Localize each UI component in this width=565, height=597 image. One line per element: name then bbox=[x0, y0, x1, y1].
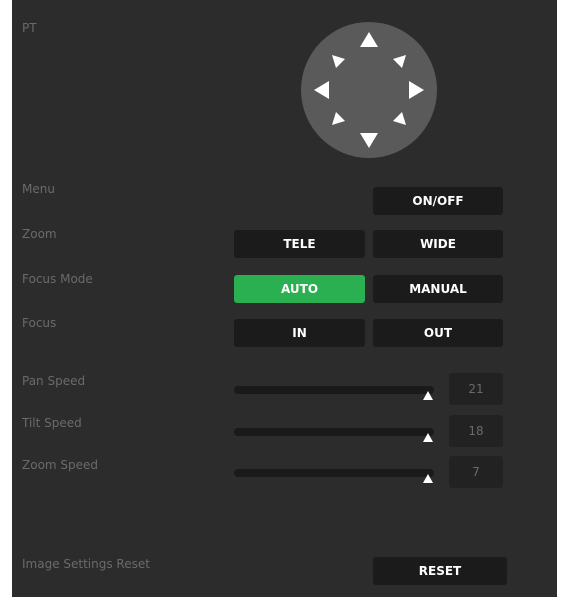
image-settings-reset-button[interactable]: RESET bbox=[373, 557, 507, 585]
zoom-tele-button[interactable]: TELE bbox=[234, 230, 365, 258]
zoom-speed-value[interactable]: 7 bbox=[449, 456, 503, 488]
tilt-speed-value[interactable]: 18 bbox=[449, 415, 503, 447]
focus-in-button[interactable]: IN bbox=[234, 319, 365, 347]
pan-speed-slider-thumb[interactable] bbox=[423, 391, 433, 400]
zoom-speed-slider[interactable] bbox=[234, 469, 434, 477]
arrow-up-right-icon[interactable] bbox=[393, 55, 406, 68]
zoom-speed-label: Zoom Speed bbox=[22, 458, 99, 472]
menu-onoff-button[interactable]: ON/OFF bbox=[373, 187, 503, 215]
pan-speed-value[interactable]: 21 bbox=[449, 373, 503, 405]
focus-manual-button[interactable]: MANUAL bbox=[373, 275, 503, 303]
tilt-speed-slider-thumb[interactable] bbox=[423, 433, 433, 442]
image-settings-reset-label: Image Settings Reset bbox=[22, 557, 150, 571]
focus-mode-label: Focus Mode bbox=[22, 272, 93, 286]
focus-auto-button[interactable]: AUTO bbox=[234, 275, 365, 303]
tilt-speed-slider[interactable] bbox=[234, 428, 434, 436]
arrow-up-left-icon[interactable] bbox=[332, 55, 345, 68]
arrow-up-icon[interactable] bbox=[360, 32, 378, 47]
focus-label: Focus bbox=[22, 316, 57, 330]
zoom-label: Zoom bbox=[22, 227, 57, 241]
pan-speed-slider[interactable] bbox=[234, 386, 434, 394]
pan-tilt-joystick[interactable] bbox=[301, 22, 437, 158]
arrow-down-right-icon[interactable] bbox=[393, 112, 406, 125]
focus-out-button[interactable]: OUT bbox=[373, 319, 503, 347]
zoom-wide-button[interactable]: WIDE bbox=[373, 230, 503, 258]
arrow-left-icon[interactable] bbox=[314, 81, 329, 99]
arrow-right-icon[interactable] bbox=[409, 81, 424, 99]
arrow-down-left-icon[interactable] bbox=[332, 112, 345, 125]
arrow-down-icon[interactable] bbox=[360, 133, 378, 148]
zoom-speed-slider-thumb[interactable] bbox=[423, 474, 433, 483]
pt-label: PT bbox=[22, 21, 37, 35]
pan-speed-label: Pan Speed bbox=[22, 374, 86, 388]
menu-label: Menu bbox=[22, 182, 55, 196]
tilt-speed-label: Tilt Speed bbox=[22, 416, 82, 430]
